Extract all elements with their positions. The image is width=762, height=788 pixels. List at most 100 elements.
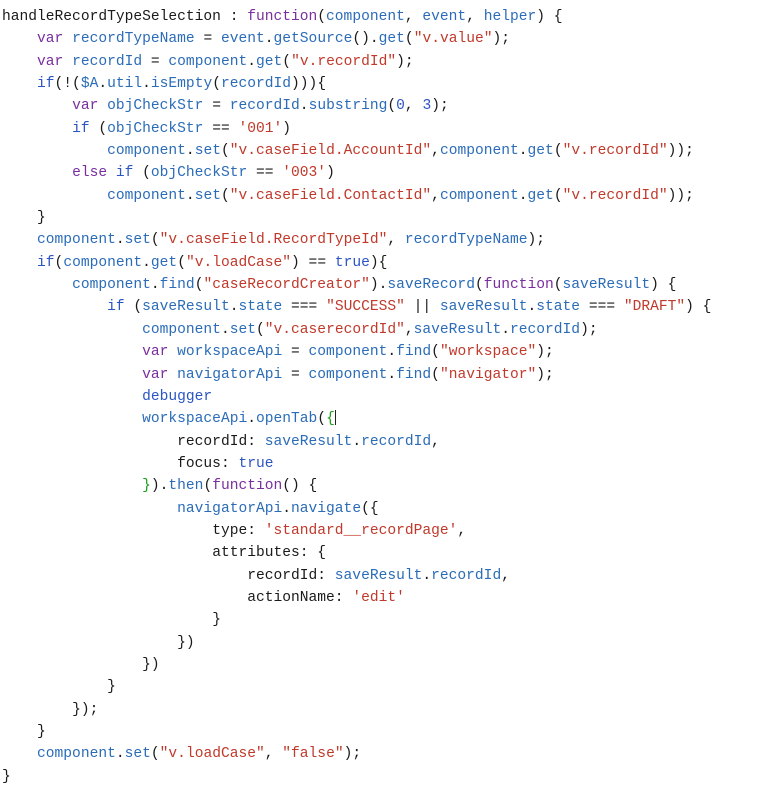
code-token-ident: navigate [291, 500, 362, 517]
code-line[interactable]: var navigatorApi = component.find("navig… [2, 364, 762, 386]
code-token-string: 'standard__recordPage' [264, 522, 458, 539]
code-token-punct: ( [220, 187, 230, 204]
code-line[interactable]: attributes: { [2, 542, 762, 564]
code-token-punct: ( [220, 143, 230, 160]
code-token-punct: ( [387, 98, 397, 115]
code-line[interactable]: component.find("caseRecordCreator").save… [2, 274, 762, 296]
code-line[interactable]: debugger [2, 386, 762, 408]
code-token-punct: ) { [536, 9, 563, 25]
code-token-ident: then [168, 478, 204, 495]
code-token-punct: , [466, 9, 484, 25]
code-token-punct: . [264, 31, 274, 48]
code-token-punct: : [247, 522, 265, 539]
code-token-ident: objCheckStr [150, 165, 248, 182]
code-line[interactable]: recordId: saveResult.recordId, [2, 565, 762, 587]
code-token-punct: , [387, 232, 405, 249]
code-line[interactable]: else if (objCheckStr == '003') [2, 162, 762, 184]
code-line[interactable]: if(component.get("v.loadCase") == true){ [2, 252, 762, 274]
code-token-ident: component [142, 321, 221, 338]
code-line[interactable]: } [2, 609, 762, 631]
code-token-punct: = [282, 366, 309, 383]
code-line[interactable]: focus: true [2, 453, 762, 475]
code-line[interactable]: component.set("v.caserecordId",saveResul… [2, 319, 762, 341]
code-line[interactable]: component.set("v.caseField.AccountId",co… [2, 140, 762, 162]
code-token-punct: . [150, 277, 160, 294]
code-line[interactable]: }).then(function() { [2, 475, 762, 497]
code-token-control: true [334, 254, 370, 271]
code-token-control: if [107, 299, 125, 316]
code-token-punct: () { [282, 478, 318, 495]
code-token-punct: . [220, 321, 230, 338]
code-token-punct: ( [177, 254, 186, 271]
code-token-ident: saveRecord [387, 277, 475, 294]
code-line[interactable]: workspaceApi.openTab({ [2, 408, 762, 430]
code-token-punct: ( [150, 232, 160, 249]
code-token-punct: : { [299, 545, 327, 562]
code-token-string: "DRAFT" [623, 299, 686, 316]
code-token-punct: ))){ [291, 76, 327, 93]
code-token-punct: . [185, 187, 195, 204]
code-token-punct: )); [667, 187, 694, 204]
code-line[interactable]: component.set("v.caseField.ContactId",co… [2, 185, 762, 207]
code-token-string: "v.loadCase" [185, 254, 292, 271]
code-token-punct: ) { [650, 277, 677, 294]
code-line[interactable]: var recordId = component.get("v.recordId… [2, 51, 762, 73]
code-line[interactable]: var recordTypeName = event.getSource().g… [2, 28, 762, 50]
code-token-ident: recordId [510, 321, 581, 338]
code-line[interactable]: component.set("v.loadCase", "false"); [2, 743, 762, 765]
code-token-punct: . [387, 366, 397, 383]
code-line[interactable]: } [2, 721, 762, 743]
code-token-ident: navigatorApi [177, 366, 283, 383]
code-token-plain: actionName [247, 589, 335, 606]
code-line[interactable]: } [2, 766, 762, 788]
code-editor[interactable]: handleRecordTypeSelection : function(com… [0, 0, 762, 785]
code-token-punct: } [212, 612, 221, 629]
code-token-ident: get [527, 143, 554, 160]
code-line[interactable]: navigatorApi.navigate({ [2, 498, 762, 520]
code-token-string: "v.caseField.AccountId" [229, 143, 432, 160]
code-token-punct: . [387, 344, 397, 361]
code-token-ident: helper [483, 9, 537, 25]
source-code[interactable]: handleRecordTypeSelection : function(com… [0, 0, 762, 788]
code-line[interactable]: if (objCheckStr == '001') [2, 118, 762, 140]
code-token-punct: . [247, 411, 256, 428]
code-token-punct: ( [89, 120, 108, 137]
code-token-ident: component [439, 187, 519, 204]
code-line[interactable]: type: 'standard__recordPage', [2, 520, 762, 542]
code-line[interactable]: }) [2, 654, 762, 676]
code-token-string: "navigator" [439, 366, 537, 383]
code-line[interactable]: var objCheckStr = recordId.substring(0, … [2, 95, 762, 117]
code-line[interactable]: component.set("v.caseField.RecordTypeId"… [2, 229, 762, 251]
code-line[interactable]: if(!($A.util.isEmpty(recordId))){ [2, 73, 762, 95]
code-token-punct: ( [317, 411, 327, 428]
code-token-ident: component [37, 232, 116, 249]
code-line[interactable]: handleRecordTypeSelection : function(com… [2, 6, 762, 28]
code-line[interactable]: }); [2, 699, 762, 721]
code-line[interactable]: }) [2, 632, 762, 654]
code-token-ident: set [194, 143, 221, 160]
code-line[interactable]: } [2, 676, 762, 698]
code-token-punct: . [422, 567, 432, 584]
code-token-ident: state [536, 299, 581, 316]
code-line[interactable]: actionName: 'edit' [2, 587, 762, 609]
code-line[interactable]: } [2, 207, 762, 229]
code-token-ident: saveResult [264, 433, 353, 450]
code-token-ident: component [72, 277, 151, 294]
code-line[interactable]: if (saveResult.state === "SUCCESS" || sa… [2, 296, 762, 318]
code-line[interactable]: var workspaceApi = component.find("works… [2, 341, 762, 363]
code-line[interactable]: recordId: saveResult.recordId, [2, 431, 762, 453]
